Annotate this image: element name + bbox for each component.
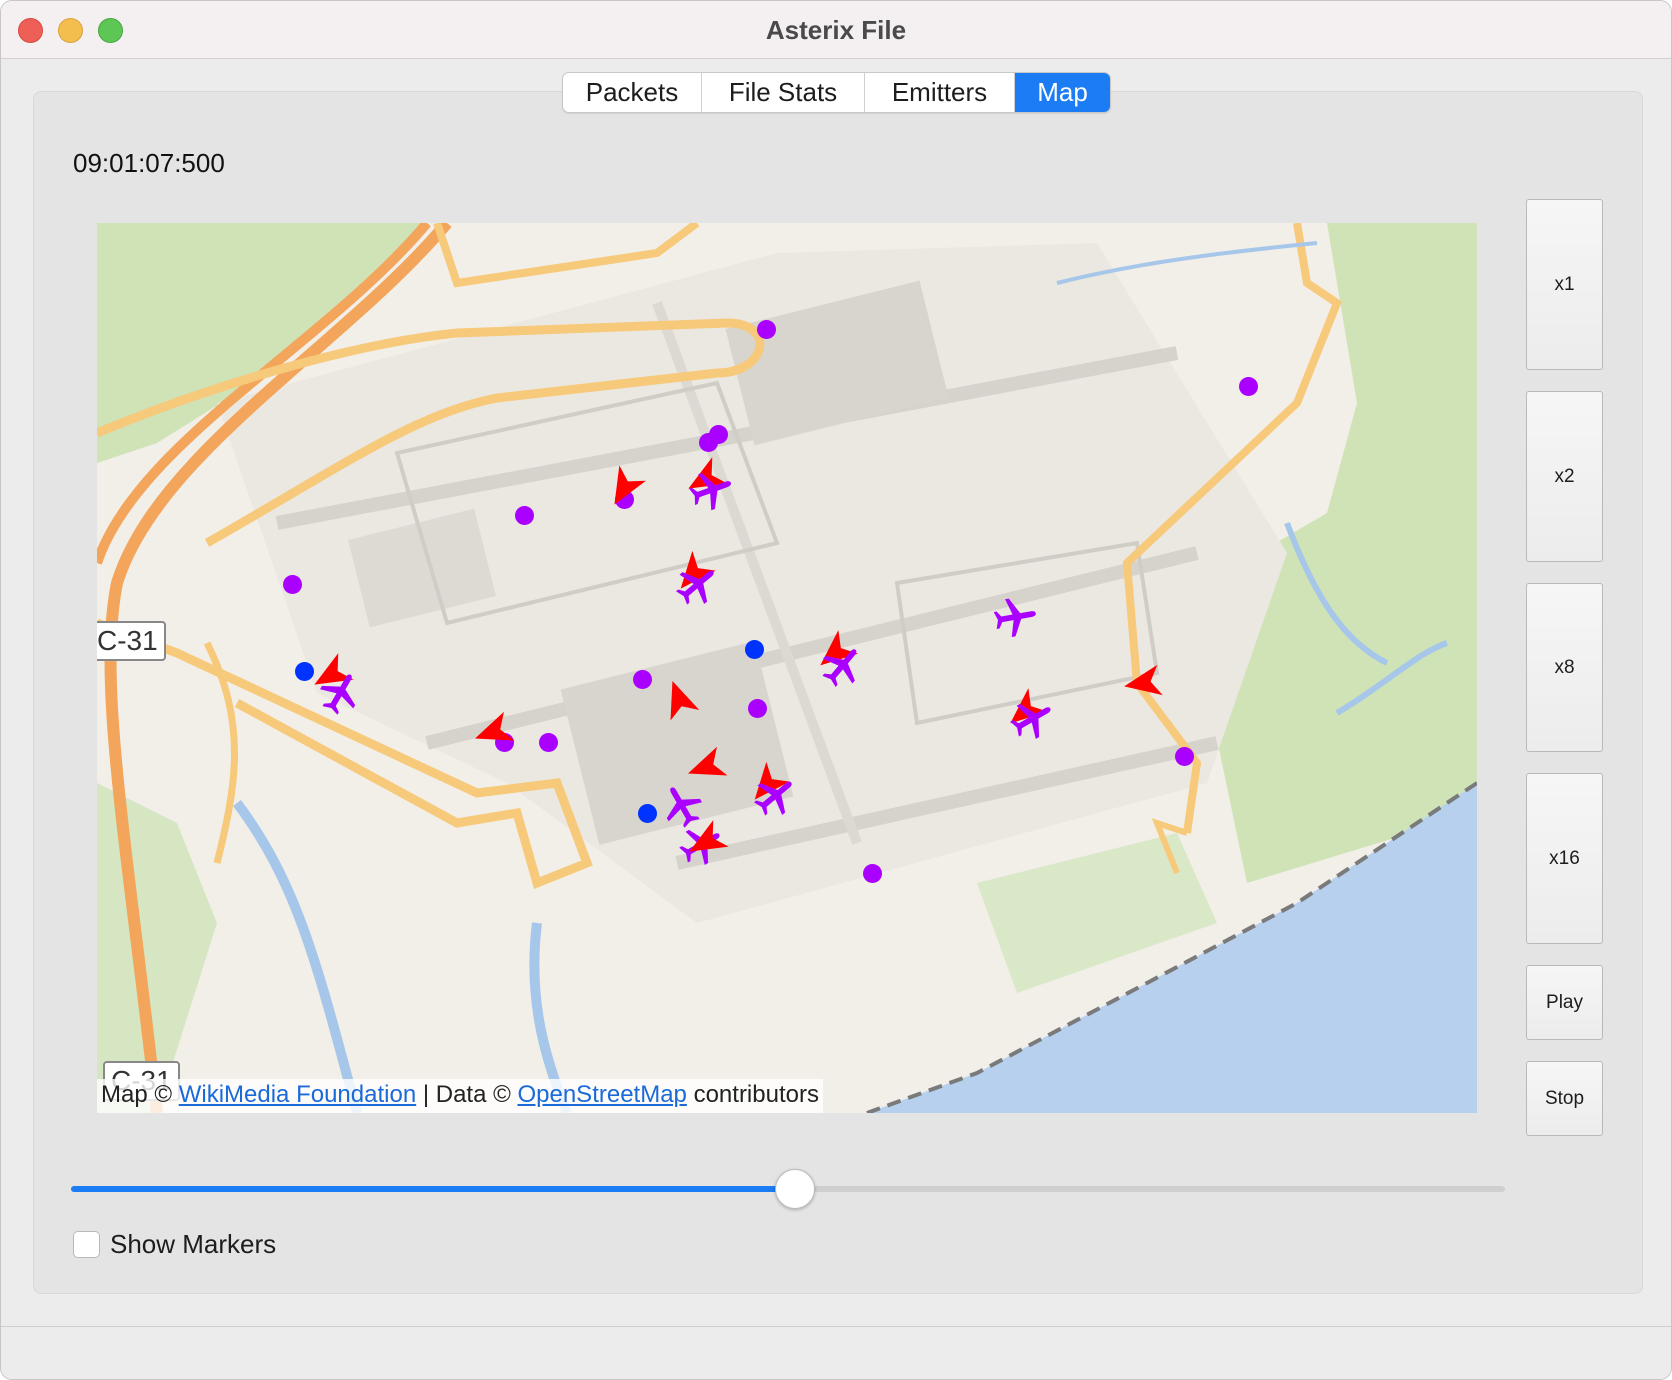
airplane-icon[interactable] [988, 590, 1041, 643]
slider-fill [71, 1186, 796, 1192]
position-dot-icon[interactable] [744, 639, 764, 659]
road-label: C-31 [97, 621, 166, 661]
position-dot-icon[interactable] [747, 698, 767, 718]
position-dot-icon[interactable] [637, 803, 657, 823]
speed-x8-button[interactable]: x8 [1526, 583, 1603, 752]
position-dot-icon[interactable] [632, 669, 652, 689]
title-bar: Asterix File [1, 1, 1671, 59]
app-window: Asterix File Packets File Stats Emitters… [0, 0, 1672, 1380]
tab-map[interactable]: Map [1015, 73, 1110, 112]
slider-thumb[interactable] [775, 1169, 816, 1209]
stop-button[interactable]: Stop [1526, 1061, 1603, 1136]
window-title: Asterix File [765, 15, 907, 45]
direction-arrow-icon[interactable] [1116, 656, 1169, 709]
bottom-bar [1, 1326, 1671, 1379]
map-view[interactable]: C-31 C-31 Map © WikiMedia Foundation | D… [97, 223, 1477, 1113]
position-dot-icon[interactable] [282, 574, 302, 594]
position-dot-icon[interactable] [1238, 376, 1258, 396]
position-dot-icon[interactable] [862, 863, 882, 883]
tab-file-stats[interactable]: File Stats [702, 73, 865, 112]
position-dot-icon[interactable] [1174, 746, 1194, 766]
wikimedia-link[interactable]: WikiMedia Foundation [179, 1081, 416, 1108]
position-dot-icon[interactable] [698, 432, 718, 452]
show-markers-option[interactable]: Show Markers [73, 1229, 276, 1259]
attribution-prefix: Map © [101, 1081, 179, 1108]
speed-x2-button[interactable]: x2 [1526, 391, 1603, 562]
river [232, 800, 362, 1113]
attribution-separator: | Data © [416, 1081, 518, 1108]
show-markers-checkbox[interactable] [73, 1230, 100, 1258]
tab-bar: Packets File Stats Emitters Map [562, 72, 1111, 113]
show-markers-label: Show Markers [110, 1228, 277, 1259]
openstreetmap-link[interactable]: OpenStreetMap [517, 1081, 686, 1108]
road [433, 223, 700, 288]
timeline-slider[interactable] [71, 1169, 1505, 1209]
play-button[interactable]: Play [1526, 965, 1603, 1040]
position-dot-icon[interactable] [538, 732, 558, 752]
position-dot-icon[interactable] [756, 319, 776, 339]
position-dot-icon[interactable] [514, 505, 534, 525]
tab-packets[interactable]: Packets [563, 73, 702, 112]
speed-x1-button[interactable]: x1 [1526, 199, 1603, 370]
map-attribution: Map © WikiMedia Foundation | Data © Open… [97, 1079, 823, 1113]
attribution-suffix: contributors [686, 1081, 819, 1108]
tab-emitters[interactable]: Emitters [865, 73, 1015, 112]
playback-timestamp: 09:01:07:500 [73, 148, 225, 178]
speed-x16-button[interactable]: x16 [1526, 773, 1603, 944]
